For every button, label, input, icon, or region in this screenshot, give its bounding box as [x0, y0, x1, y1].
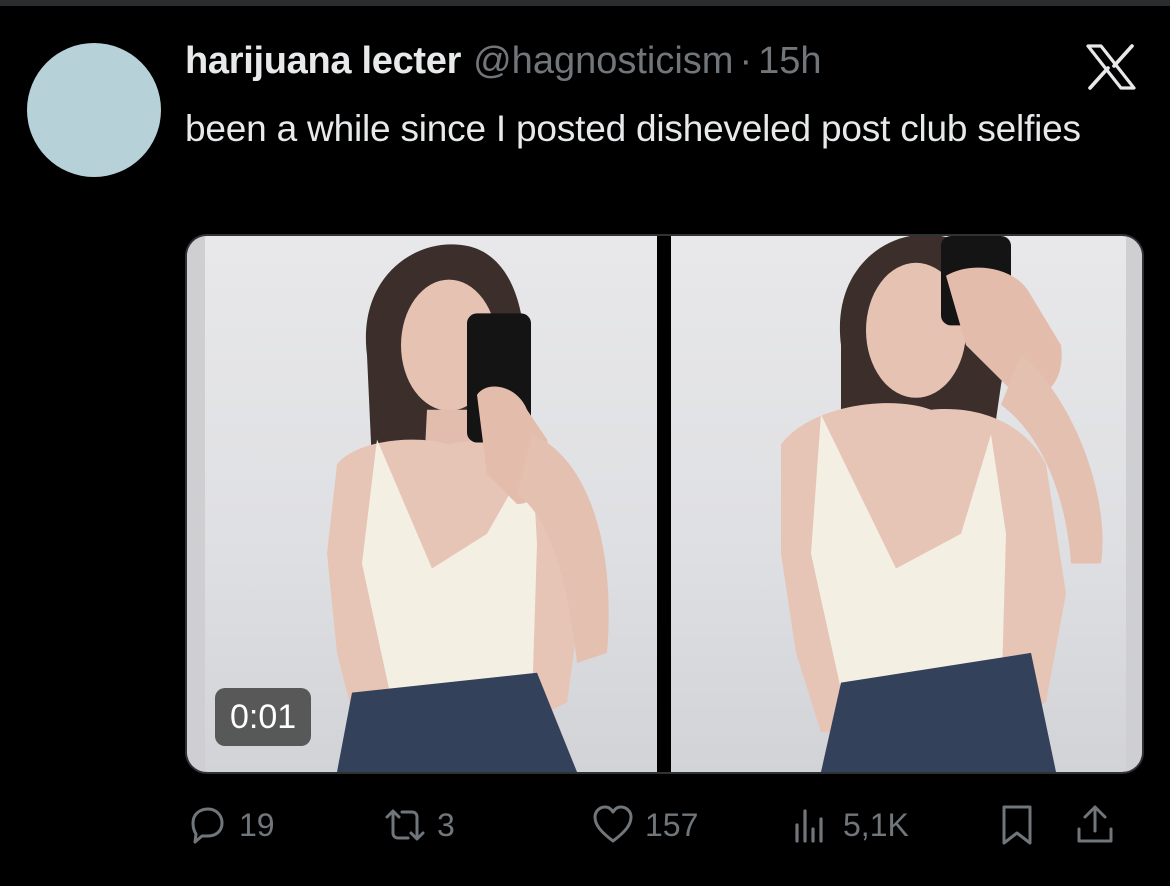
photo-right-image [781, 236, 1142, 772]
retweet-count: 3 [437, 806, 455, 843]
photo-left[interactable]: 0:01 [187, 236, 657, 772]
bookmark-button[interactable] [995, 800, 1039, 850]
x-logo-icon [1086, 44, 1136, 90]
top-divider [0, 0, 1170, 6]
like-button[interactable]: 157 [591, 800, 698, 850]
heart-icon [593, 805, 633, 843]
reply-button[interactable]: 19 [185, 800, 275, 850]
reply-count: 19 [239, 806, 275, 843]
timestamp[interactable]: 15h [758, 40, 821, 83]
reply-icon [191, 807, 224, 844]
bookmark-icon [1002, 805, 1032, 845]
media-grid[interactable]: 0:01 [185, 234, 1144, 774]
share-button[interactable] [1073, 800, 1117, 850]
display-name[interactable]: harijuana lecter [185, 40, 461, 83]
tweet-header: harijuana lecter @hagnosticism · 15h [185, 40, 822, 90]
tweet-text: been a while since I posted disheveled p… [185, 108, 1081, 149]
views-chart-icon [795, 809, 823, 843]
retweet-icon [385, 809, 425, 841]
tweet-actions: 19 3 157 5,1K [185, 800, 1145, 850]
share-icon [1077, 805, 1113, 843]
views-count: 5,1K [843, 806, 909, 843]
video-duration-badge: 0:01 [215, 688, 312, 746]
views-button[interactable]: 5,1K [789, 800, 909, 850]
photo-right[interactable] [671, 236, 1142, 772]
user-handle[interactable]: @hagnosticism [473, 40, 733, 83]
like-count: 157 [645, 806, 699, 843]
retweet-button[interactable]: 3 [383, 800, 455, 850]
avatar[interactable] [27, 43, 161, 177]
separator-dot: · [739, 40, 753, 82]
